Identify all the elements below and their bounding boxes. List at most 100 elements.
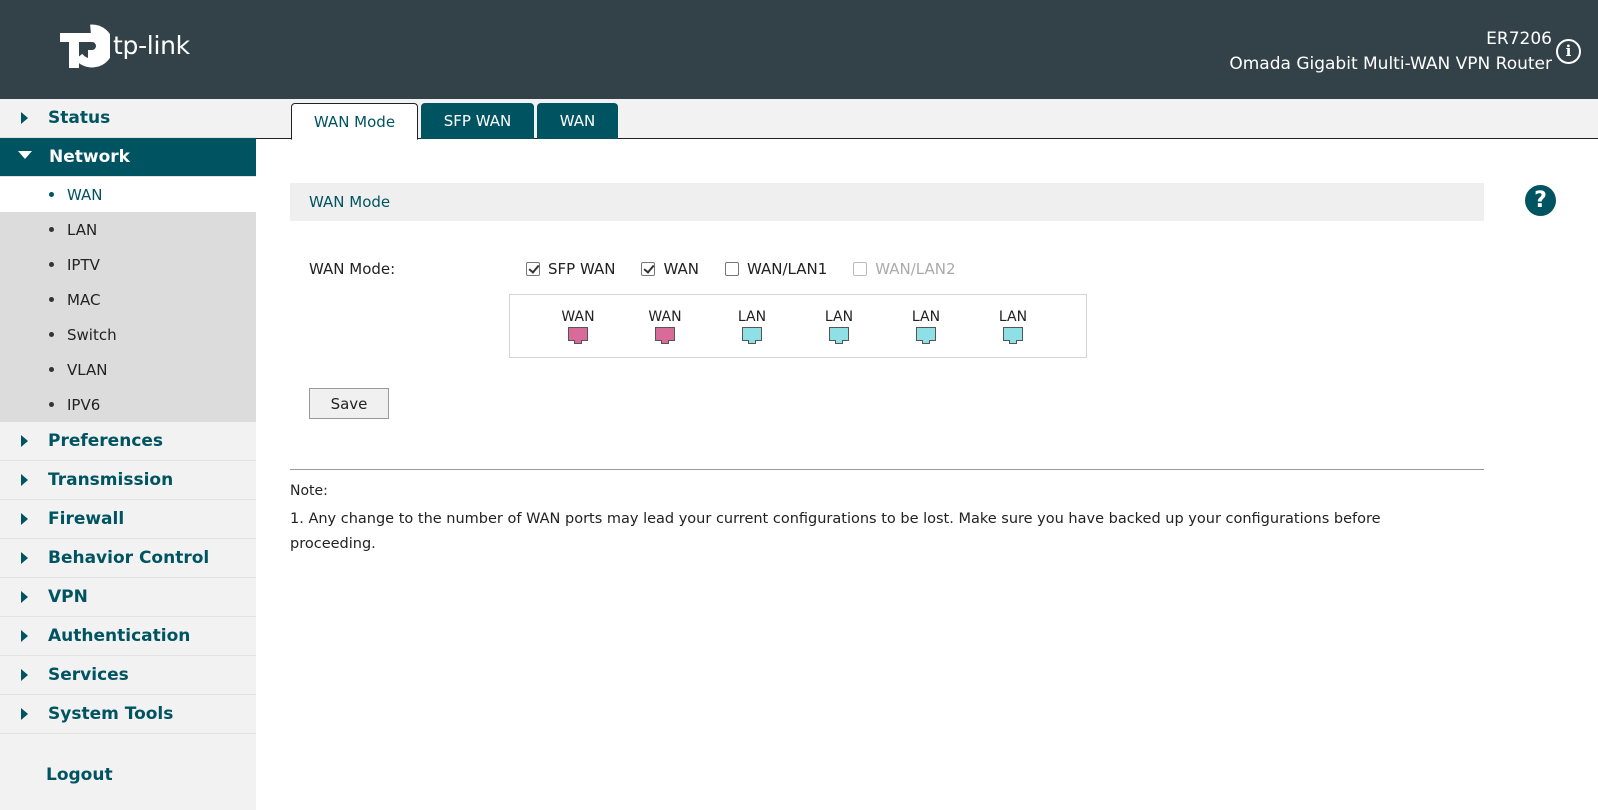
chevron-right-icon (21, 708, 28, 720)
checkbox-wan-lan1[interactable]: WAN/LAN1 (724, 260, 828, 278)
ethernet-port-icon (742, 327, 762, 344)
port-label: LAN (998, 309, 1028, 325)
checkbox-sfp-wan[interactable]: SFP WAN (526, 260, 615, 278)
checkbox-box[interactable] (526, 262, 540, 276)
sidebar-subitem-label: MAC (67, 290, 101, 309)
port-label: LAN (911, 309, 941, 325)
bullet-icon (49, 332, 54, 337)
save-button[interactable]: Save (309, 388, 389, 419)
section-header: WAN Mode (290, 183, 1484, 221)
tab-wan-mode[interactable]: WAN Mode (291, 103, 418, 140)
chevron-right-icon (21, 513, 28, 525)
note-title: Note: (290, 483, 328, 499)
sidebar-subitem-iptv[interactable]: IPTV (0, 247, 256, 282)
sidebar-item-network[interactable]: Network (0, 138, 256, 177)
top-header: tp-link ER7206 Omada Gigabit Multi-WAN V… (0, 0, 1598, 99)
port-2: WAN (640, 310, 690, 344)
sidebar-item-label: Network (49, 147, 130, 167)
sidebar-subitem-label: LAN (67, 220, 98, 239)
bullet-icon (49, 192, 54, 197)
checkbox-wan-lan2: WAN/LAN2 (853, 260, 956, 278)
bullet-icon (49, 297, 54, 302)
wan-mode-options: SFP WAN WAN WAN/LAN1 WAN/LAN2 (526, 260, 982, 278)
sidebar-subitem-label: IPV6 (67, 395, 101, 414)
tab-sfp-wan[interactable]: SFP WAN (421, 103, 534, 139)
sidebar: Status Network WAN LAN IPTV MAC Switch V… (0, 99, 256, 810)
sidebar-item-transmission[interactable]: Transmission (0, 461, 256, 500)
sidebar-item-label: Preferences (48, 431, 164, 451)
sidebar-item-preferences[interactable]: Preferences (0, 422, 256, 461)
sidebar-item-vpn[interactable]: VPN (0, 578, 256, 617)
bullet-icon (49, 227, 54, 232)
bullet-icon (49, 402, 54, 407)
port-4: LAN (814, 310, 864, 344)
sidebar-item-services[interactable]: Services (0, 656, 256, 695)
device-info: ER7206 Omada Gigabit Multi-WAN VPN Route… (1229, 28, 1552, 75)
sidebar-item-label: Authentication (48, 626, 191, 646)
brand-text: tp-link (113, 30, 190, 60)
network-submenu: WAN LAN IPTV MAC Switch VLAN IPV6 (0, 177, 256, 422)
sidebar-item-firewall[interactable]: Firewall (0, 500, 256, 539)
bullet-icon (49, 262, 54, 267)
checkbox-box[interactable] (724, 262, 739, 276)
sidebar-item-authentication[interactable]: Authentication (0, 617, 256, 656)
sidebar-item-label: Behavior Control (48, 548, 210, 568)
chevron-right-icon (21, 435, 28, 447)
sidebar-subitem-mac[interactable]: MAC (0, 282, 256, 317)
port-label: LAN (824, 309, 854, 325)
tab-bar: WAN Mode SFP WAN WAN (256, 99, 1598, 140)
help-icon[interactable]: ? (1525, 185, 1556, 216)
chevron-right-icon (21, 591, 28, 603)
sidebar-item-label: Transmission (48, 470, 174, 490)
sidebar-subitem-label: Switch (67, 325, 117, 344)
sidebar-subitem-label: IPTV (67, 255, 100, 274)
port-label: WAN (648, 309, 682, 325)
ethernet-port-icon (1003, 327, 1023, 344)
ethernet-port-icon (829, 327, 849, 344)
device-model: ER7206 (1486, 29, 1552, 49)
checkbox-label: SFP WAN (548, 260, 616, 278)
bullet-icon (49, 367, 54, 372)
sidebar-subitem-label: WAN (67, 185, 103, 204)
sidebar-item-status[interactable]: Status (0, 99, 256, 138)
checkbox-wan[interactable]: WAN (641, 260, 699, 278)
ethernet-port-icon (568, 327, 588, 344)
port-1: WAN (553, 310, 603, 344)
sidebar-item-label: VPN (48, 587, 88, 607)
chevron-right-icon (21, 630, 28, 642)
port-label: LAN (737, 309, 767, 325)
checkbox-box (853, 262, 868, 276)
sidebar-item-label: Firewall (48, 509, 125, 529)
checkbox-label: WAN/LAN2 (875, 260, 956, 278)
sidebar-subitem-wan[interactable]: WAN (0, 177, 256, 212)
tp-link-logo: tp-link (56, 16, 190, 70)
sidebar-item-system-tools[interactable]: System Tools (0, 695, 256, 734)
sidebar-item-label: Status (48, 108, 111, 128)
logout-link[interactable]: Logout (46, 765, 113, 785)
checkbox-label: WAN (663, 260, 699, 278)
ethernet-port-icon (916, 327, 936, 344)
sidebar-item-label: Services (48, 665, 129, 685)
chevron-right-icon (21, 669, 28, 681)
port-5: LAN (901, 310, 951, 344)
divider (290, 469, 1484, 470)
tp-link-logo-icon (60, 24, 110, 68)
sidebar-subitem-switch[interactable]: Switch (0, 317, 256, 352)
tab-wan[interactable]: WAN (537, 103, 618, 139)
note-text: 1. Any change to the number of WAN ports… (290, 511, 1381, 552)
sidebar-subitem-vlan[interactable]: VLAN (0, 352, 256, 387)
checkbox-box[interactable] (641, 262, 656, 276)
device-description: Omada Gigabit Multi-WAN VPN Router (1229, 54, 1552, 74)
chevron-right-icon (21, 552, 28, 564)
sidebar-subitem-lan[interactable]: LAN (0, 212, 256, 247)
chevron-right-icon (21, 474, 28, 486)
sidebar-item-behavior-control[interactable]: Behavior Control (0, 539, 256, 578)
sidebar-subitem-ipv6[interactable]: IPV6 (0, 387, 256, 422)
checkbox-label: WAN/LAN1 (746, 260, 828, 278)
port-6: LAN (988, 310, 1038, 344)
port-3: LAN (727, 310, 777, 344)
info-icon[interactable]: i (1556, 39, 1581, 64)
port-label: WAN (561, 309, 595, 325)
chevron-down-icon (18, 150, 32, 159)
port-diagram: WAN WAN LAN LAN LAN LAN (509, 294, 1087, 358)
